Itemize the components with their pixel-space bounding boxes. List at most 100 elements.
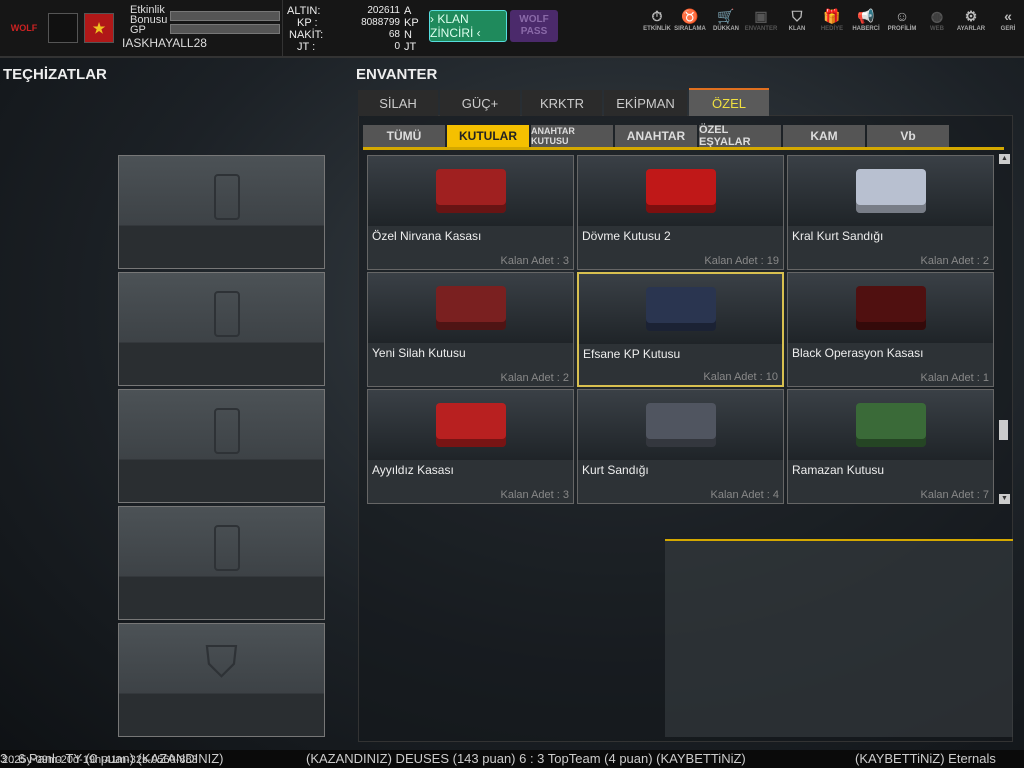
tab-3[interactable]: EKİPMAN <box>604 90 687 116</box>
subtab-5[interactable]: KAM <box>783 125 865 147</box>
gear-icon: ⚙ <box>964 8 978 24</box>
currency-unit: N <box>404 29 412 41</box>
box-icon <box>645 287 716 331</box>
nav-siralama[interactable]: ♉ SIRALAMA <box>674 8 706 32</box>
rank-badge: ★ <box>84 13 114 43</box>
nav-label: AYARLAR <box>956 26 986 32</box>
nav-label: GERİ <box>1000 26 1016 32</box>
item-name: Ramazan Kutusu <box>792 463 885 477</box>
scroll-up-icon[interactable]: ▲ <box>999 154 1010 164</box>
username: IASKHAYALL28 <box>122 36 207 50</box>
equipment-slot[interactable] <box>118 272 325 386</box>
nav-haberci̇[interactable]: 📢 HABERCİ <box>850 8 882 32</box>
item-image <box>788 156 993 226</box>
game-logo: WOLF <box>3 12 45 44</box>
nav-web[interactable]: ◍ WEB <box>921 8 953 32</box>
subtab-6[interactable]: Vb <box>867 125 949 147</box>
nav-label: HABERCİ <box>852 26 880 32</box>
inventory-subtabs: TÜMÜ KUTULAR ANAHTAR KUTUSU ANAHTAR ÖZEL EŞY… <box>363 124 949 148</box>
subtab-3[interactable]: ANAHTAR <box>615 125 697 147</box>
inventory-icon: ▣ <box>754 8 768 24</box>
nav-ayarlar[interactable]: ⚙ AYARLAR <box>955 8 987 32</box>
item-count: Kalan Adet : 3 <box>500 489 570 501</box>
inventory-item[interactable]: Efsane KP Kutusu Kalan Adet : 10 <box>577 272 784 387</box>
equipment-title: TEÇHİZATLAR <box>3 66 107 83</box>
item-scrollbar[interactable]: ▲ ▼ <box>999 154 1010 504</box>
gift-icon: 🎁 <box>823 8 841 24</box>
spray-icon <box>214 408 240 454</box>
scroll-thumb[interactable] <box>999 420 1008 440</box>
inventory-item[interactable]: Ramazan Kutusu Kalan Adet : 7 <box>787 389 994 504</box>
nav-geri̇[interactable]: « GERİ <box>992 8 1024 32</box>
spray-icon <box>214 291 240 337</box>
inventory-item[interactable]: Özel Nirvana Kasası Kalan Adet : 3 <box>367 155 574 270</box>
nav-label: ENVANTER <box>744 26 778 32</box>
timer-icon: ⏱ <box>651 8 663 24</box>
event-bonus-bar <box>170 11 280 21</box>
currency-value: 68 <box>388 29 400 40</box>
equipment-slot[interactable] <box>118 389 325 503</box>
globe-icon: ◍ <box>930 8 944 24</box>
inventory-item[interactable]: Black Operasyon Kasası Kalan Adet : 1 <box>787 272 994 387</box>
nav-profi̇li̇m[interactable]: ☺ PROFİLİM <box>886 8 918 32</box>
subtab-0[interactable]: TÜMÜ <box>363 125 445 147</box>
spray-icon <box>214 174 240 220</box>
spray-icon <box>214 525 240 571</box>
inventory-item[interactable]: Ayyıldız Kasası Kalan Adet : 3 <box>367 389 574 504</box>
tab-0[interactable]: SİLAH <box>358 90 438 116</box>
box-icon <box>645 403 716 447</box>
nav-etki̇nli̇k[interactable]: ⏱ ETKİNLİK <box>641 8 673 32</box>
item-name: Black Operasyon Kasası <box>792 346 924 360</box>
inventory-item[interactable]: Kral Kurt Sandığı Kalan Adet : 2 <box>787 155 994 270</box>
shield-icon: ⛉ <box>791 8 803 24</box>
item-count: Kalan Adet : 1 <box>920 372 990 384</box>
item-image <box>579 274 782 344</box>
equipment-slot[interactable] <box>118 155 325 269</box>
nav-klan[interactable]: ⛉ KLAN <box>781 8 813 32</box>
nav-label: SIRALAMA <box>674 26 706 32</box>
tab-4[interactable]: ÖZEL <box>689 88 769 116</box>
currency-label: ALTIN: <box>287 5 321 17</box>
box-icon <box>435 169 506 213</box>
gp-bar <box>170 24 280 34</box>
item-name: Özel Nirvana Kasası <box>372 229 482 243</box>
equipment-slot[interactable] <box>118 506 325 620</box>
nav-hedi̇ye[interactable]: 🎁 HEDİYE <box>816 8 848 32</box>
item-count: Kalan Adet : 10 <box>703 371 778 383</box>
currency-value: 8088799 <box>361 17 400 28</box>
logo-text: WOLF <box>10 23 38 33</box>
currency-label: KP : <box>297 17 318 29</box>
nav-label: KLAN <box>788 26 806 32</box>
nav-label: HEDİYE <box>820 26 844 32</box>
tab-1[interactable]: GÜÇ+ <box>440 90 520 116</box>
item-count: Kalan Adet : 2 <box>500 372 570 384</box>
item-name: Dövme Kutusu 2 <box>582 229 671 243</box>
currency-value: 202611 <box>367 5 400 16</box>
subtab-4[interactable]: ÖZEL EŞYALAR <box>699 124 781 148</box>
inventory-item[interactable]: Kurt Sandığı Kalan Adet : 4 <box>577 389 784 504</box>
subtab-2[interactable]: ANAHTAR KUTUSU <box>531 125 613 147</box>
item-image <box>368 390 573 460</box>
currency-label: NAKİT: <box>289 29 324 41</box>
ticker-segment: (KAZANDINIZ) DEUSES (143 puan) 6 : 3 Top… <box>306 751 746 766</box>
clan-emblem[interactable] <box>48 13 78 43</box>
item-count: Kalan Adet : 19 <box>704 255 779 267</box>
tab-2[interactable]: KRKTR <box>522 90 602 116</box>
nav-envanter[interactable]: ▣ ENVANTER <box>744 8 778 32</box>
inventory-title: ENVANTER <box>356 66 438 83</box>
inventory-item[interactable]: Yeni Silah Kutusu Kalan Adet : 2 <box>367 272 574 387</box>
scroll-down-icon[interactable]: ▼ <box>999 494 1010 504</box>
item-name: Yeni Silah Kutusu <box>372 346 466 360</box>
back-icon: « <box>1004 8 1012 24</box>
item-image <box>368 156 573 226</box>
subtab-1[interactable]: KUTULAR <box>447 125 529 147</box>
klan-zinciri-button[interactable]: › KLAN ZİNCİRİ ‹ <box>429 10 507 42</box>
nav-dükkan[interactable]: 🛒 DÜKKAN <box>710 8 742 32</box>
item-detail-panel <box>665 539 1013 737</box>
item-count: Kalan Adet : 4 <box>710 489 780 501</box>
shield-icon: ⛉ <box>205 638 238 687</box>
wolf-pass-button[interactable]: WOLF PASS <box>510 10 558 42</box>
equipment-slot[interactable]: ⛉ <box>118 623 325 737</box>
box-icon <box>435 403 506 447</box>
inventory-item[interactable]: Dövme Kutusu 2 Kalan Adet : 19 <box>577 155 784 270</box>
